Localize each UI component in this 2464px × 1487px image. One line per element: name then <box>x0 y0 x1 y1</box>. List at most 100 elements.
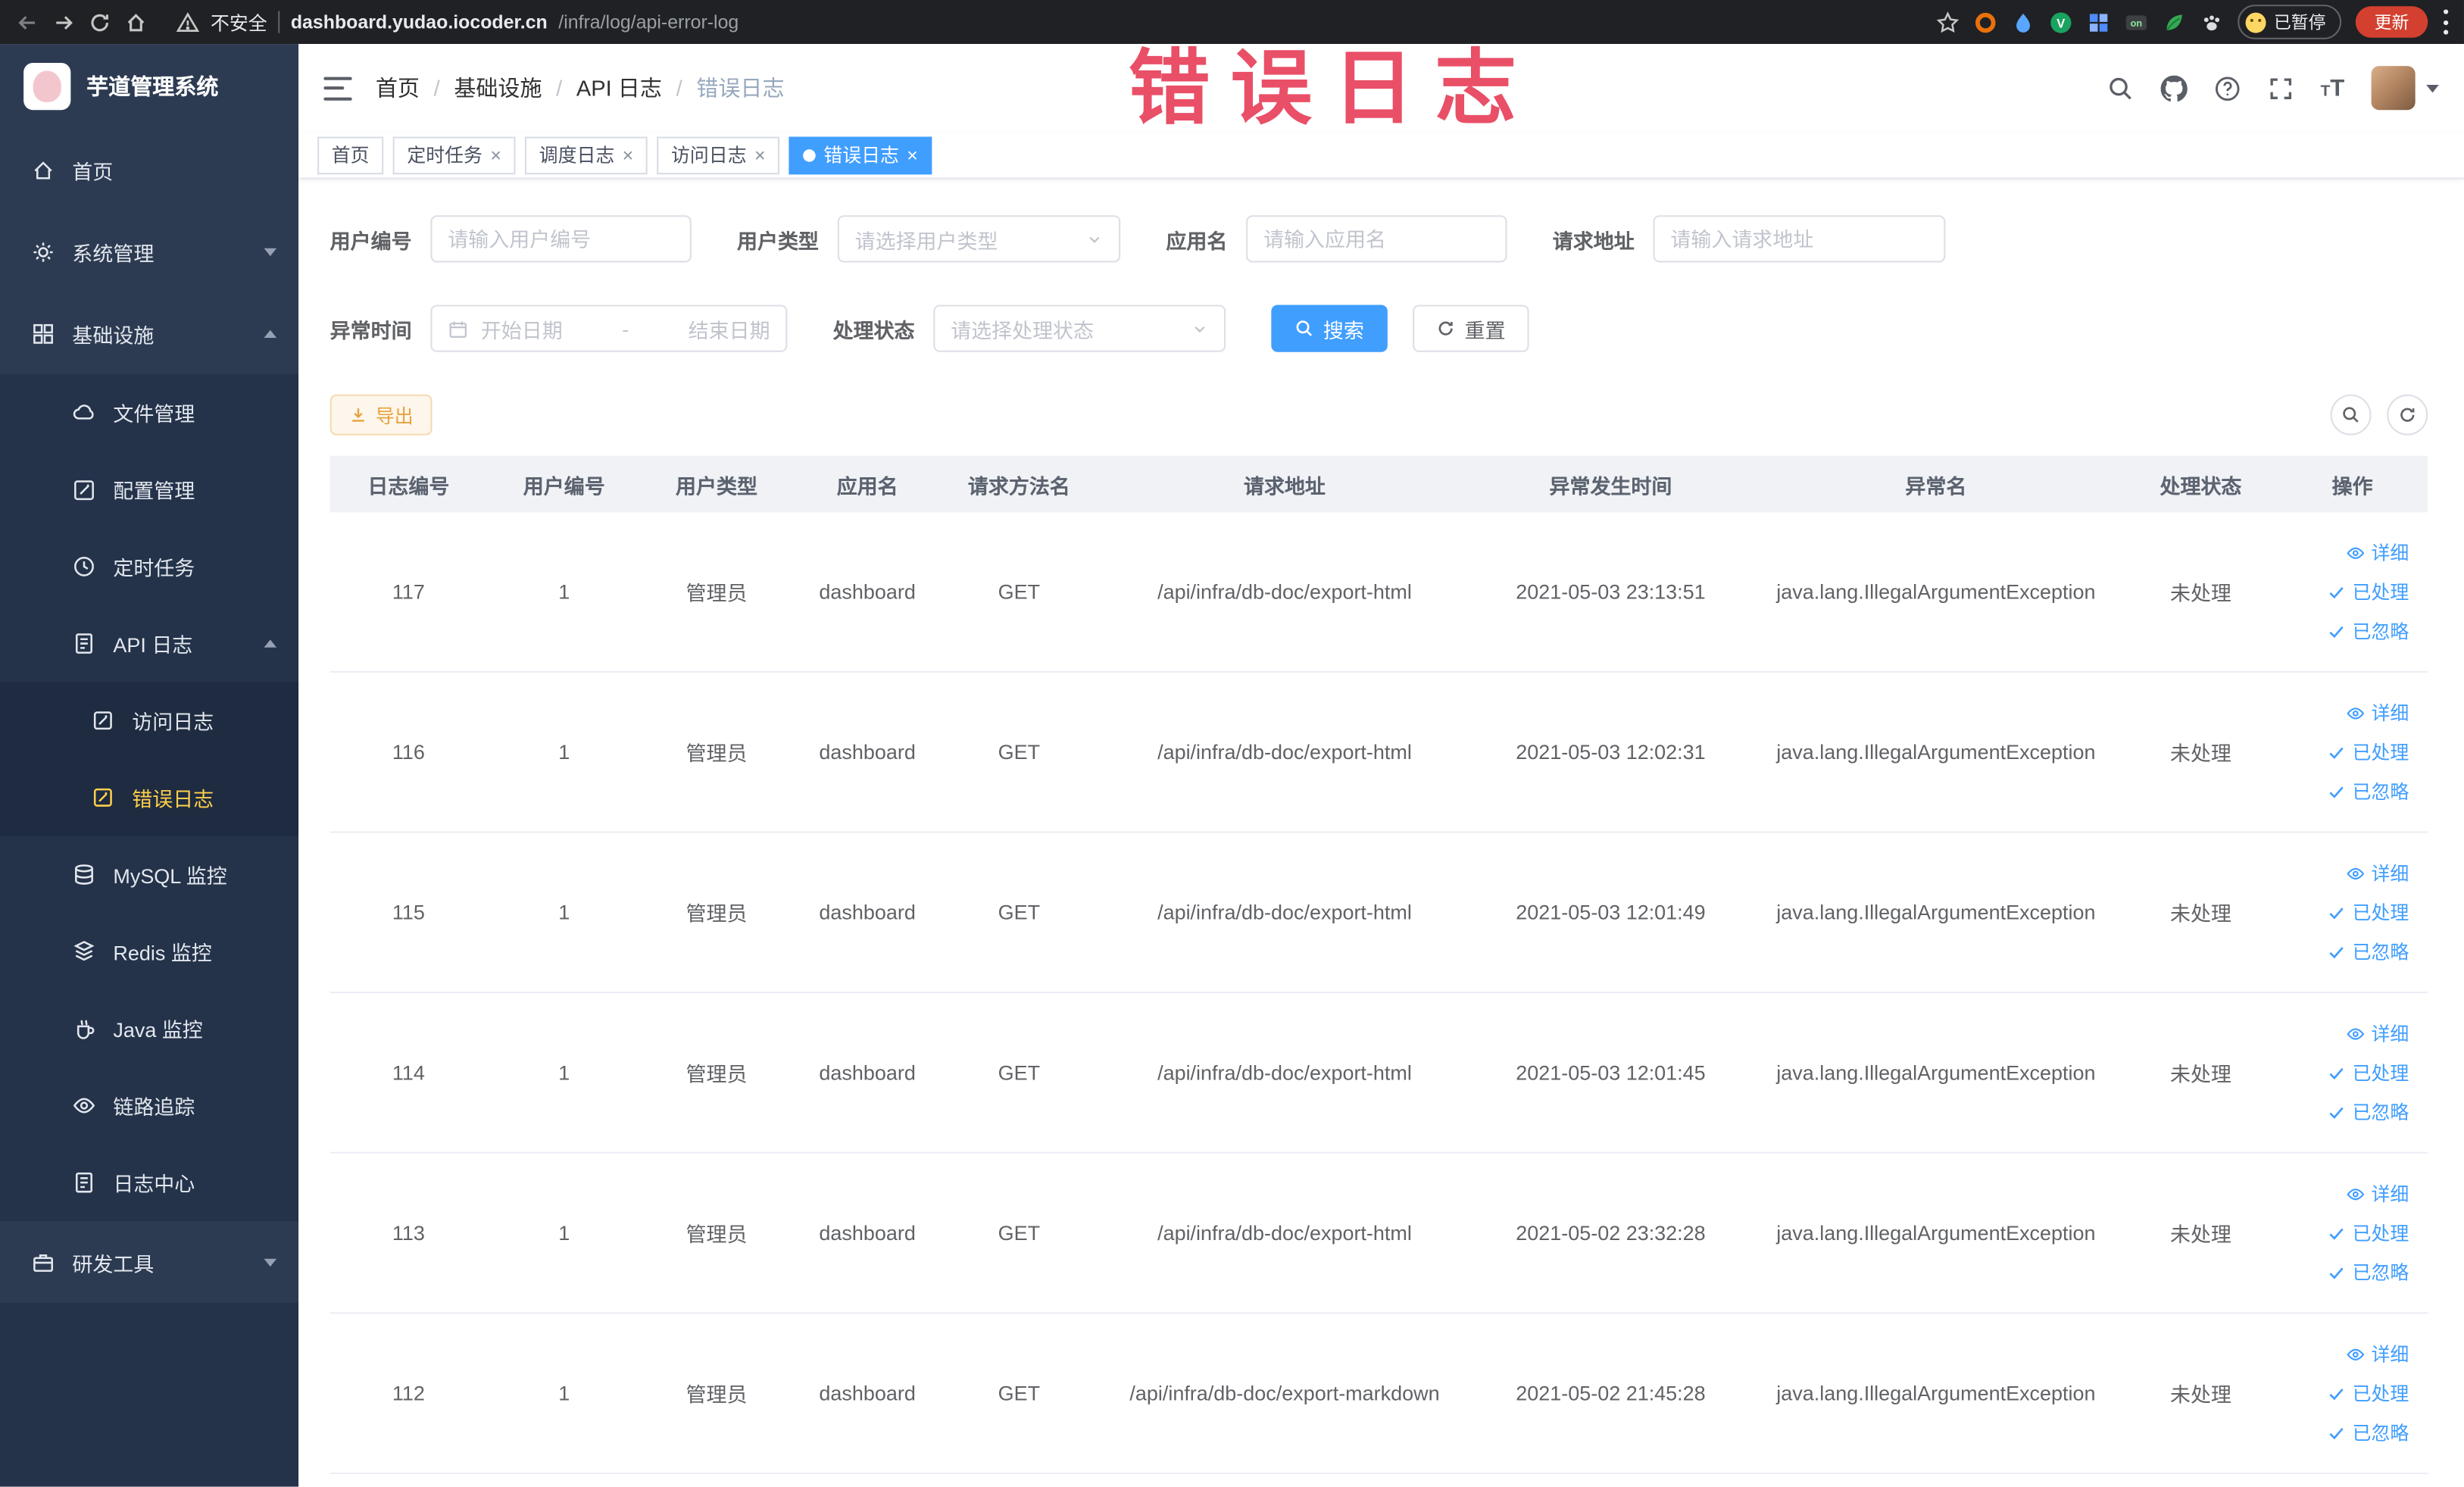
search-icon[interactable] <box>2106 75 2133 102</box>
app-name-input[interactable] <box>1246 215 1507 263</box>
browser-menu-icon[interactable] <box>2442 9 2448 35</box>
processed-link[interactable]: 已处理 <box>2327 1379 2409 1406</box>
sidebar-item-api-logs[interactable]: API 日志 <box>0 605 298 683</box>
exception-time-range[interactable]: 开始日期 - 结束日期 <box>430 305 788 352</box>
avatar[interactable] <box>2371 66 2416 111</box>
ignored-link[interactable]: 已忽略 <box>2327 1259 2409 1286</box>
browser-home-icon[interactable] <box>124 10 148 33</box>
extension-drop-icon[interactable] <box>2011 10 2035 33</box>
page-content: 用户编号 用户类型 请选择用户类型 应用名 <box>298 180 2464 1487</box>
column-user-id: 用户编号 <box>523 473 605 498</box>
detail-link[interactable]: 详细 <box>2346 1341 2409 1367</box>
update-button[interactable]: 更新 <box>2355 6 2428 38</box>
refresh-table-button[interactable] <box>2387 394 2428 436</box>
cell-request-url: /api/infra/db-doc/export-html <box>1157 579 1412 604</box>
help-icon[interactable] <box>2214 75 2241 102</box>
close-icon[interactable]: × <box>490 145 501 164</box>
home-icon <box>34 161 52 179</box>
tab-dispatch-log[interactable]: 调度日志 × <box>525 136 648 174</box>
calendar-icon <box>449 320 467 337</box>
user-id-input[interactable] <box>430 215 692 263</box>
sidebar-item-error-log[interactable]: 错误日志 <box>0 759 299 836</box>
processed-link[interactable]: 已处理 <box>2327 1220 2409 1246</box>
sidebar-item-mysql-monitor[interactable]: MySQL 监控 <box>0 836 298 914</box>
sidebar-item-java-monitor[interactable]: Java 监控 <box>0 990 298 1067</box>
export-button[interactable]: 导出 <box>329 394 433 436</box>
detail-link[interactable]: 详细 <box>2346 860 2409 886</box>
sidebar-item-system-management[interactable]: 系统管理 <box>0 211 298 292</box>
back-icon[interactable] <box>16 10 39 33</box>
sidebar-item-redis-monitor[interactable]: Redis 监控 <box>0 913 298 990</box>
processed-link[interactable]: 已处理 <box>2327 899 2409 926</box>
caret-down-icon <box>2426 83 2439 92</box>
process-status-select[interactable]: 请选择处理状态 <box>933 305 1226 352</box>
address-bar[interactable]: 不安全 dashboard.yudao.iocoder.cn/infra/log… <box>176 8 739 35</box>
extension-v-icon[interactable]: V <box>2049 10 2072 33</box>
ignored-link[interactable]: 已忽略 <box>2327 617 2409 644</box>
sidebar-item-log-center[interactable]: 日志中心 <box>0 1144 298 1221</box>
url-path: /infra/log/api-error-log <box>558 11 739 33</box>
request-url-input[interactable] <box>1653 215 1946 263</box>
processed-link[interactable]: 已处理 <box>2327 578 2409 604</box>
detail-link[interactable]: 详细 <box>2346 1180 2409 1207</box>
sidebar-item-scheduled-tasks[interactable]: 定时任务 <box>0 528 298 605</box>
cell-exception-name: java.lang.IllegalArgumentException <box>1776 1061 2096 1085</box>
ignored-link[interactable]: 已忽略 <box>2327 939 2409 965</box>
filter-row-1: 用户编号 用户类型 请选择用户类型 应用名 <box>330 215 2428 263</box>
reload-icon[interactable] <box>88 10 111 33</box>
document-icon <box>76 633 92 654</box>
breadcrumb-home[interactable]: 首页 <box>376 72 420 103</box>
processed-link[interactable]: 已处理 <box>2327 1059 2409 1086</box>
sidebar-item-config-management[interactable]: 配置管理 <box>0 451 298 528</box>
sidebar-item-file-management[interactable]: 文件管理 <box>0 374 298 451</box>
extension-ring-icon[interactable] <box>1974 10 1997 33</box>
detail-link[interactable]: 详细 <box>2346 699 2409 726</box>
toggle-search-button[interactable] <box>2330 394 2372 436</box>
eye-icon <box>2347 1348 2365 1360</box>
processed-link[interactable]: 已处理 <box>2327 739 2409 765</box>
bookmark-star-icon[interactable] <box>1936 10 1960 33</box>
extension-grid-icon[interactable] <box>2087 10 2110 33</box>
logo[interactable]: 芋道管理系统 <box>0 44 298 129</box>
reset-button[interactable]: 重置 <box>1413 305 1529 352</box>
table-body: 117 1 管理员 dashboard GET /api/infra/db-do… <box>329 512 2428 1474</box>
cell-user-type: 管理员 <box>685 1062 748 1086</box>
font-size-icon[interactable]: TT <box>2321 77 2345 100</box>
sidebar-item-link-tracing[interactable]: 链路追踪 <box>0 1067 298 1145</box>
extension-leaf-icon[interactable] <box>2163 10 2186 33</box>
fullscreen-icon[interactable] <box>2267 75 2294 102</box>
sidebar-item-home[interactable]: 首页 <box>0 129 298 211</box>
github-icon[interactable] <box>2160 74 2188 102</box>
gear-icon <box>33 242 53 261</box>
tab-home[interactable]: 首页 <box>317 136 384 174</box>
ignored-link[interactable]: 已忽略 <box>2327 1098 2409 1125</box>
column-user-type: 用户类型 <box>676 473 757 498</box>
ignored-link[interactable]: 已忽略 <box>2327 1419 2409 1445</box>
breadcrumb-api-logs[interactable]: API 日志 <box>576 72 662 103</box>
ignored-link[interactable]: 已忽略 <box>2327 778 2409 804</box>
extension-paw-icon[interactable] <box>2200 10 2223 33</box>
svg-text:V: V <box>2056 15 2065 30</box>
hamburger-icon[interactable] <box>323 76 352 100</box>
user-type-select[interactable]: 请选择用户类型 <box>837 215 1121 263</box>
tab-access-log[interactable]: 访问日志 × <box>657 136 780 174</box>
close-icon[interactable]: × <box>907 145 918 164</box>
log-edit-icon <box>93 711 112 730</box>
eye-icon <box>2347 546 2365 558</box>
sidebar-item-dev-tools[interactable]: 研发工具 <box>0 1221 298 1303</box>
paused-extension-badge[interactable]: 已暂停 <box>2238 5 2342 39</box>
sidebar-item-infrastructure[interactable]: 基础设施 <box>0 292 298 374</box>
close-icon[interactable]: × <box>623 145 634 164</box>
tab-scheduled-tasks[interactable]: 定时任务 × <box>392 136 516 174</box>
extension-on-badge-icon[interactable]: on <box>2125 10 2148 33</box>
search-button[interactable]: 搜索 <box>1271 305 1388 352</box>
sidebar-item-access-log[interactable]: 访问日志 <box>0 682 299 760</box>
tab-error-log[interactable]: 错误日志 × <box>789 136 932 174</box>
paused-label: 已暂停 <box>2273 14 2326 33</box>
detail-link[interactable]: 详细 <box>2346 539 2409 566</box>
close-icon[interactable]: × <box>754 145 766 164</box>
detail-link[interactable]: 详细 <box>2346 1020 2409 1046</box>
breadcrumb-infrastructure[interactable]: 基础设施 <box>454 72 542 103</box>
forward-icon[interactable] <box>52 10 75 33</box>
user-menu[interactable] <box>2371 66 2439 111</box>
